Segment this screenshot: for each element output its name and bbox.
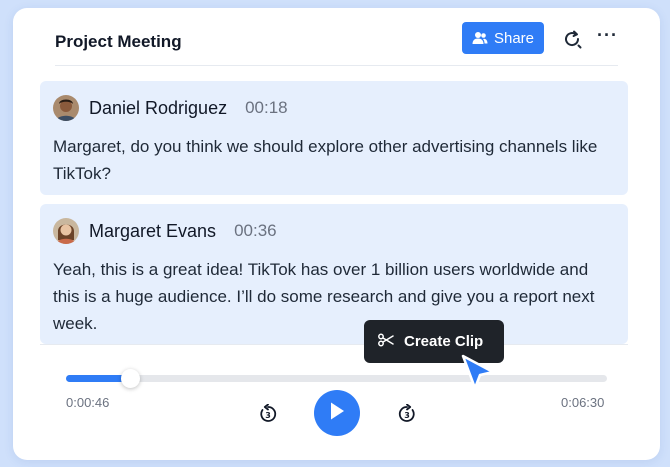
message-text: Margaret, do you think we should explore… [53,137,598,183]
forward-3-icon[interactable]: 3 [397,403,417,429]
create-clip-label: Create Clip [404,333,484,350]
meeting-card: Project Meeting Share ··· Daniel Rodrigu… [13,8,660,460]
seek-bar[interactable] [66,369,607,388]
header: Project Meeting Share ··· [55,22,618,66]
seek-bar-thumb[interactable] [121,369,140,388]
message-timestamp[interactable]: 00:36 [234,221,277,241]
share-button[interactable]: Share [462,22,544,54]
refresh-icon[interactable] [562,29,582,54]
author-name: Margaret Evans [89,220,217,241]
current-time: 0:00:46 [66,395,110,410]
message-text: Yeah, this is a great idea! TikTok has o… [53,260,595,333]
cursor-pointer-icon [459,352,499,397]
forward-seconds: 3 [404,411,410,420]
scissors-icon [378,333,394,351]
message-card: Margaret Evans 00:36 Yeah, this is a gre… [40,204,628,344]
message-header: Daniel Rodriguez 00:18 [53,95,614,121]
share-label: Share [493,29,535,47]
avatar [53,95,79,121]
total-time: 0:06:30 [561,395,605,410]
message-timestamp[interactable]: 00:18 [245,98,288,118]
rewind-seconds: 3 [265,411,271,420]
play-icon [328,401,346,426]
rewind-3-icon[interactable]: 3 [258,403,278,429]
more-horizontal-icon[interactable]: ··· [597,26,618,44]
avatar [53,218,79,244]
message-header: Margaret Evans 00:36 [53,218,614,244]
users-icon [472,31,488,45]
divider [40,344,628,345]
page-title: Project Meeting [55,32,182,51]
message-card: Daniel Rodriguez 00:18 Margaret, do you … [40,81,628,195]
author-name: Daniel Rodriguez [89,97,228,118]
play-button[interactable] [314,390,360,436]
